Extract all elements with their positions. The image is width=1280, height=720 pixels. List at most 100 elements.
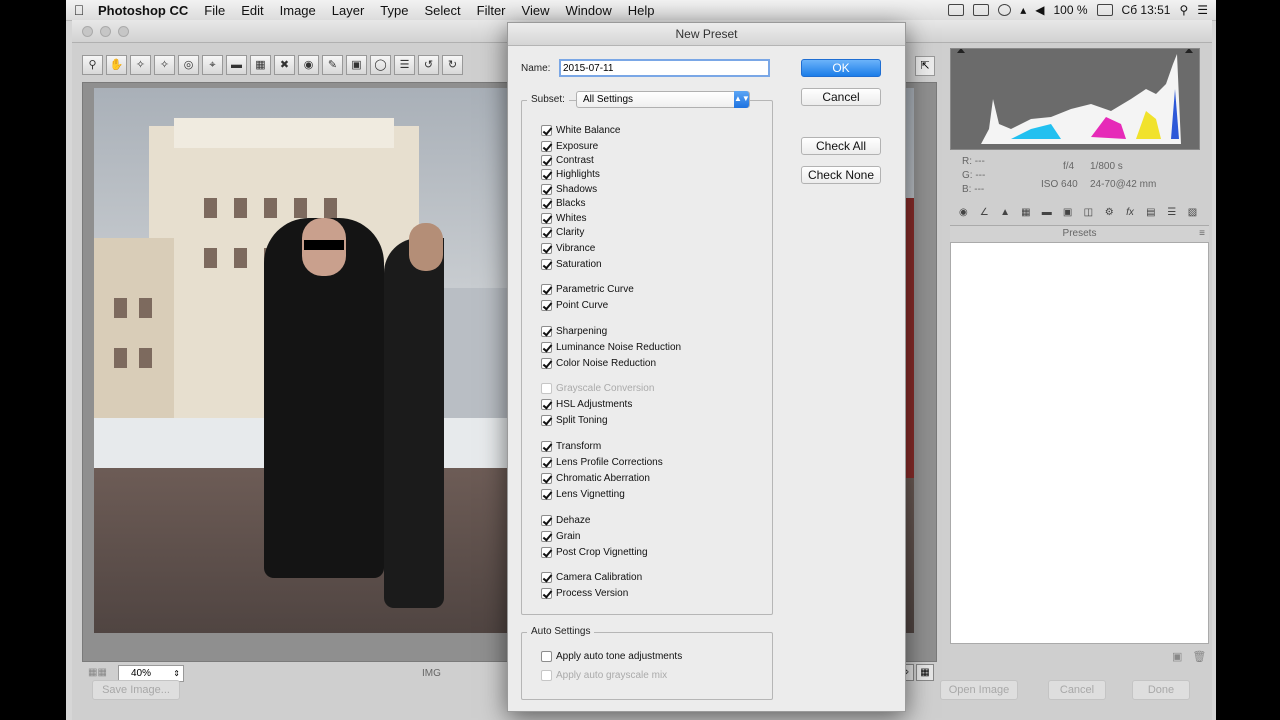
setting-checkbox[interactable] xyxy=(541,154,552,166)
wifi-icon[interactable]: ▴ xyxy=(1020,3,1026,17)
menu-filter[interactable]: Filter xyxy=(469,3,514,18)
setting-checkbox[interactable] xyxy=(541,514,552,526)
new-preset-icon[interactable]: ▣ xyxy=(1172,650,1182,663)
setting-checkbox[interactable] xyxy=(541,183,552,195)
straighten-tool-icon[interactable]: ▬ xyxy=(226,55,247,75)
menu-edit[interactable]: Edit xyxy=(233,3,271,18)
snapshots-panel-icon[interactable]: ☰ xyxy=(1164,206,1179,220)
split-toning-panel-icon[interactable]: ▬ xyxy=(1039,206,1054,220)
setting-checkbox-row[interactable]: Vibrance xyxy=(541,241,595,255)
crop-tool-icon[interactable]: ⌖ xyxy=(202,55,223,75)
setting-checkbox-row[interactable]: Blacks xyxy=(541,196,585,210)
setting-checkbox[interactable] xyxy=(541,226,552,238)
printer-icon[interactable] xyxy=(973,4,990,16)
menu-type[interactable]: Type xyxy=(372,3,416,18)
minimize-window-icon[interactable] xyxy=(100,26,111,37)
color-sampler-tool-icon[interactable]: ✧ xyxy=(154,55,175,75)
setting-checkbox-row[interactable]: Contrast xyxy=(541,153,594,167)
menu-layer[interactable]: Layer xyxy=(324,3,373,18)
delete-preset-icon[interactable]: 🗑 xyxy=(1192,650,1206,663)
setting-checkbox[interactable] xyxy=(541,325,552,337)
basic-panel-icon[interactable]: ◉ xyxy=(956,206,971,220)
calibration-panel-icon[interactable]: ⚙ xyxy=(1102,206,1117,220)
setting-checkbox-row[interactable]: Post Crop Vignetting xyxy=(541,545,648,559)
setting-checkbox[interactable] xyxy=(541,546,552,558)
auto-tone-checkbox[interactable] xyxy=(541,650,552,662)
presets-panel-icon[interactable]: ▤ xyxy=(1143,206,1158,220)
zoom-tool-icon[interactable]: ⚲ xyxy=(82,55,103,75)
setting-checkbox[interactable] xyxy=(541,398,552,410)
setting-checkbox[interactable] xyxy=(541,168,552,180)
spot-removal-tool-icon[interactable]: ✖ xyxy=(274,55,295,75)
setting-checkbox-row[interactable]: Shadows xyxy=(541,182,597,196)
detail-panel-icon[interactable]: ▲ xyxy=(998,206,1013,220)
white-balance-tool-icon[interactable]: ✧ xyxy=(130,55,151,75)
snapshots2-panel-icon[interactable]: ▧ xyxy=(1185,206,1200,220)
check-none-button[interactable]: Check None xyxy=(801,166,881,184)
battery-icon[interactable] xyxy=(1096,4,1113,16)
subset-select[interactable]: All Settings ▲▼ xyxy=(576,91,750,108)
rotate-right-icon[interactable]: ↻ xyxy=(442,55,463,75)
hand-tool-icon[interactable]: ✋ xyxy=(106,55,127,75)
check-all-button[interactable]: Check All xyxy=(801,137,881,155)
setting-checkbox[interactable] xyxy=(541,341,552,353)
setting-checkbox-row[interactable]: Highlights xyxy=(541,167,600,181)
spotlight-icon[interactable]: ⚲ xyxy=(1179,3,1188,17)
graduated-filter-icon[interactable]: ▣ xyxy=(346,55,367,75)
setting-checkbox[interactable] xyxy=(541,197,552,209)
hsl-panel-icon[interactable]: ▦ xyxy=(1018,206,1033,220)
acr-done-button[interactable]: Done xyxy=(1132,680,1190,700)
setting-checkbox-row[interactable]: Clarity xyxy=(541,225,584,239)
setting-checkbox-row[interactable]: Split Toning xyxy=(541,413,608,427)
fx-panel-icon[interactable]: fx xyxy=(1123,206,1138,220)
volume-icon[interactable]: ◀ xyxy=(1035,3,1044,17)
setting-checkbox[interactable] xyxy=(541,530,552,542)
setting-checkbox[interactable] xyxy=(541,258,552,270)
setting-checkbox-row[interactable]: Whites xyxy=(541,211,587,225)
notification-icon[interactable]: ☰ xyxy=(1197,3,1208,17)
setting-checkbox-row[interactable]: Luminance Noise Reduction xyxy=(541,340,681,354)
zoom-window-icon[interactable] xyxy=(118,26,129,37)
menu-view[interactable]: View xyxy=(514,3,558,18)
setting-checkbox-row[interactable]: Lens Vignetting xyxy=(541,487,625,501)
menu-image[interactable]: Image xyxy=(272,3,324,18)
setting-checkbox[interactable] xyxy=(541,587,552,599)
red-eye-tool-icon[interactable]: ◉ xyxy=(298,55,319,75)
setting-checkbox[interactable] xyxy=(541,571,552,583)
timemachine-icon[interactable] xyxy=(998,4,1012,16)
setting-checkbox-row[interactable]: HSL Adjustments xyxy=(541,397,632,411)
ok-button[interactable]: OK xyxy=(801,59,881,77)
save-image-button[interactable]: Save Image... xyxy=(92,680,180,700)
setting-checkbox-row[interactable]: Camera Calibration xyxy=(541,570,642,584)
close-window-icon[interactable] xyxy=(82,26,93,37)
tone-curve-panel-icon[interactable]: ∠ xyxy=(977,206,992,220)
setting-checkbox[interactable] xyxy=(541,414,552,426)
panel-menu-icon[interactable]: ≡ xyxy=(1199,226,1205,242)
setting-checkbox[interactable] xyxy=(541,488,552,500)
lens-panel-icon[interactable]: ▣ xyxy=(1060,206,1075,220)
setting-checkbox[interactable] xyxy=(541,242,552,254)
adjustment-brush-icon[interactable]: ✎ xyxy=(322,55,343,75)
setting-checkbox-row[interactable]: Lens Profile Corrections xyxy=(541,455,663,469)
setting-checkbox[interactable] xyxy=(541,283,552,295)
app-status-icon[interactable] xyxy=(948,4,965,16)
effects-panel-icon[interactable]: ◫ xyxy=(1081,206,1096,220)
presets-list[interactable] xyxy=(950,242,1209,644)
setting-checkbox-row[interactable]: Color Noise Reduction xyxy=(541,356,656,370)
setting-checkbox[interactable] xyxy=(541,299,552,311)
setting-checkbox-row[interactable]: Process Version xyxy=(541,586,628,600)
fullscreen-toggle-icon[interactable]: ⇱ xyxy=(915,56,935,76)
setting-checkbox-row[interactable]: Transform xyxy=(541,439,601,453)
clock[interactable]: Сб 13:51 xyxy=(1122,3,1171,17)
transform-tool-icon[interactable]: ▦ xyxy=(250,55,271,75)
radial-filter-icon[interactable]: ◯ xyxy=(370,55,391,75)
setting-checkbox[interactable] xyxy=(541,440,552,452)
auto-tone-checkbox-row[interactable]: Apply auto tone adjustments xyxy=(541,649,682,663)
rotate-left-icon[interactable]: ↺ xyxy=(418,55,439,75)
menu-window[interactable]: Window xyxy=(557,3,619,18)
acr-cancel-button[interactable]: Cancel xyxy=(1048,680,1106,700)
setting-checkbox-row[interactable]: Chromatic Aberration xyxy=(541,471,650,485)
open-image-button[interactable]: Open Image xyxy=(940,680,1018,700)
setting-checkbox-row[interactable]: Sharpening xyxy=(541,324,607,338)
setting-checkbox-row[interactable]: Exposure xyxy=(541,139,598,153)
